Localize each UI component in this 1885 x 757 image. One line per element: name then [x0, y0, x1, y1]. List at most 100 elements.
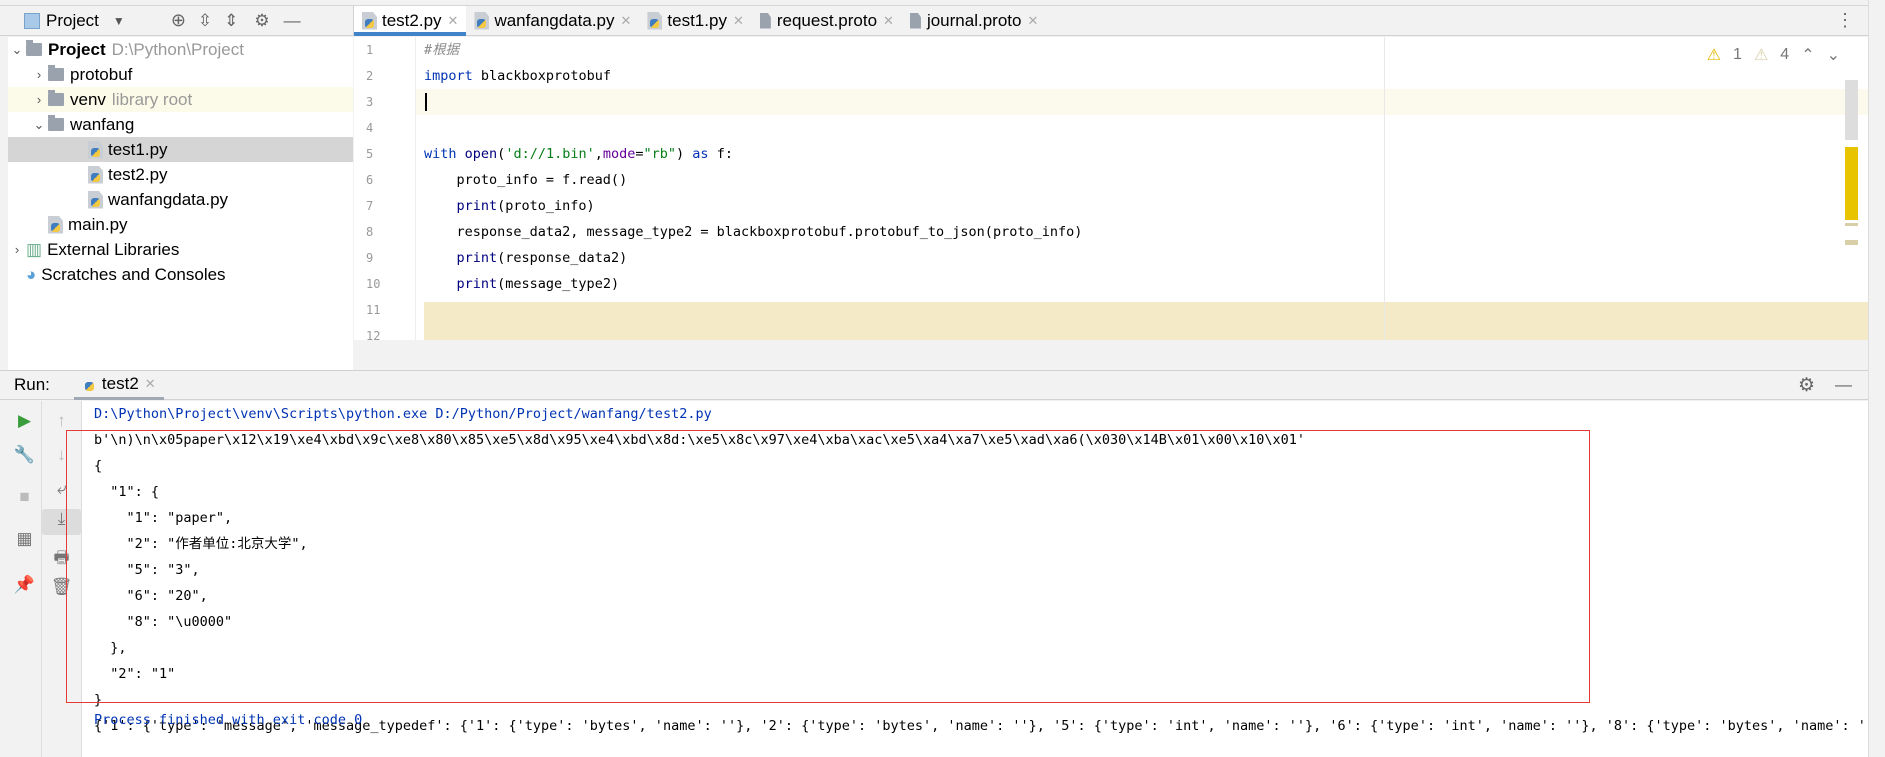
python-file-icon [362, 11, 377, 30]
up-arrow-icon[interactable]: ↑ [42, 411, 81, 431]
tab-request-proto[interactable]: request.proto ✕ [752, 6, 902, 35]
run-tab-test2[interactable]: test2 ✕ [73, 370, 164, 400]
expand-all-icon[interactable]: ⇳ [198, 11, 212, 31]
project-tree: ⌄ Project D:\Python\Project › protobuf › venv l… [8, 37, 353, 370]
tab-label: test1.py [667, 10, 727, 30]
python-file-icon [88, 190, 103, 209]
code-token: mode [602, 146, 636, 162]
previous-problem-icon[interactable]: ⌃ [1801, 45, 1814, 65]
tree-item[interactable]: ⌄ Project D:\Python\Project [8, 37, 353, 62]
code-token: print [456, 276, 498, 292]
code-token: "rb" [643, 146, 677, 162]
console-command: D:\Python\Project\venv\Scripts\python.ex… [94, 406, 712, 422]
close-tab-icon[interactable]: ✕ [883, 13, 894, 29]
tree-item[interactable]: › ▥ External Libraries [8, 237, 353, 262]
layout-icon[interactable]: ▦ [8, 529, 41, 549]
tree-item[interactable]: test1.py [8, 137, 353, 162]
gear-icon[interactable]: ⚙ [254, 11, 269, 31]
console-exit-message: Process finished with exit code 0 [94, 712, 363, 728]
annotation-red-box [66, 430, 1590, 703]
run-tab-label: test2 [101, 373, 139, 393]
code-token: 'd://1.bin' [505, 146, 595, 162]
close-tab-icon[interactable]: ✕ [733, 13, 744, 29]
pin-icon[interactable]: 📌 [8, 575, 41, 595]
close-tab-icon[interactable]: ✕ [621, 13, 632, 29]
chevron-down-icon[interactable]: ⌄ [30, 117, 48, 133]
next-problem-icon[interactable]: ⌄ [1827, 45, 1840, 65]
chevron-down-icon[interactable]: ▼ [113, 14, 125, 28]
code-token: f: [708, 146, 733, 162]
error-count: 1 [1733, 46, 1742, 63]
scratches-icon: ◕ [26, 264, 37, 284]
tree-item[interactable]: › venv library root [8, 87, 353, 112]
code-token: #根据 [424, 42, 460, 58]
project-view-icon [24, 12, 40, 29]
tree-item[interactable]: wanfangdata.py [8, 187, 353, 212]
code-editor[interactable]: 1234567891011121314 #根据import blackboxpr… [354, 37, 1868, 340]
code-line: response_data2, message_type2 = blackbox… [424, 219, 1083, 245]
tree-item[interactable]: test2.py [8, 162, 353, 187]
code-line: print(response_data2) [424, 245, 628, 271]
rerun-icon[interactable]: ▶ [8, 411, 41, 431]
editor-scrollbar[interactable] [1845, 80, 1858, 340]
code-token: proto_info = f.read() [424, 172, 628, 188]
code-token: import [424, 68, 473, 84]
wrench-icon[interactable]: 🔧 [8, 445, 41, 465]
run-label: Run: [14, 375, 50, 394]
code-token: = [635, 146, 644, 162]
gear-icon[interactable]: ⚙ [1798, 374, 1815, 397]
locate-icon[interactable]: ⊕ [171, 10, 186, 31]
code-token: ) [676, 146, 693, 162]
code-token: as [692, 146, 709, 162]
chevron-right-icon[interactable]: › [8, 242, 26, 257]
run-toolbar: ▶ 🔧 ■ ▦ 📌 [8, 401, 42, 757]
code-token: print [456, 250, 498, 266]
tab-journal-proto[interactable]: journal.proto ✕ [902, 6, 1046, 35]
inspection-widget[interactable]: ⚠ 1 ⚠ 4 ⌃ ⌄ [1707, 45, 1840, 65]
hide-icon[interactable]: — [284, 11, 301, 31]
close-icon[interactable]: ✕ [145, 376, 156, 392]
tree-item-label: wanfangdata.py [108, 189, 229, 209]
library-icon: ▥ [26, 239, 43, 259]
python-file-icon [647, 11, 663, 30]
chevron-down-icon[interactable]: ⌄ [8, 42, 26, 58]
code-token: print [456, 198, 498, 214]
chevron-right-icon[interactable]: › [30, 92, 48, 107]
close-tab-icon[interactable]: ✕ [448, 13, 459, 29]
tree-item[interactable]: main.py [8, 212, 353, 237]
tab-test1-py[interactable]: test1.py ✕ [639, 6, 751, 35]
code-line: #根据 [424, 37, 459, 63]
python-file-icon [474, 11, 490, 30]
tree-item-label: venv [70, 89, 106, 109]
chevron-right-icon[interactable]: › [30, 67, 48, 82]
tree-item-label: test1.py [108, 139, 168, 159]
tree-item[interactable]: › protobuf [8, 62, 353, 87]
editor-tabs: test2.py ✕ wanfangdata.py ✕ test1.py ✕ request… [353, 6, 1868, 36]
more-tabs-icon[interactable]: ⋮ [1822, 6, 1868, 35]
tree-item-label: Project [48, 39, 106, 59]
close-tab-icon[interactable]: ✕ [1027, 13, 1038, 29]
tree-item-hint: D:\Python\Project [111, 39, 244, 59]
python-file-icon [88, 140, 103, 159]
proto-file-icon [909, 12, 921, 29]
code-token: , [594, 146, 603, 162]
code-token: open [464, 146, 498, 162]
weak-warning-icon: ⚠ [1753, 47, 1769, 64]
tree-item-label: main.py [68, 214, 128, 234]
tree-item-label: External Libraries [47, 239, 180, 259]
tab-wanfangdata-py[interactable]: wanfangdata.py ✕ [466, 6, 639, 35]
tab-test2-py[interactable]: test2.py ✕ [354, 6, 467, 36]
stop-icon[interactable]: ■ [8, 487, 41, 507]
folder-icon [26, 40, 42, 56]
tree-item[interactable]: ⌄ wanfang [8, 112, 353, 137]
code-line: print(message_type2) [424, 271, 620, 297]
proto-file-icon [759, 12, 771, 29]
tree-item[interactable]: ◕ Scratches and Consoles [8, 262, 353, 287]
code-line: with open('d://1.bin',mode="rb") as f: [424, 141, 733, 167]
minimize-icon[interactable]: — [1835, 375, 1852, 395]
project-view-selector[interactable]: Project [46, 11, 99, 31]
collapse-all-icon[interactable]: ⇕ [224, 11, 238, 31]
folder-icon [48, 90, 64, 106]
